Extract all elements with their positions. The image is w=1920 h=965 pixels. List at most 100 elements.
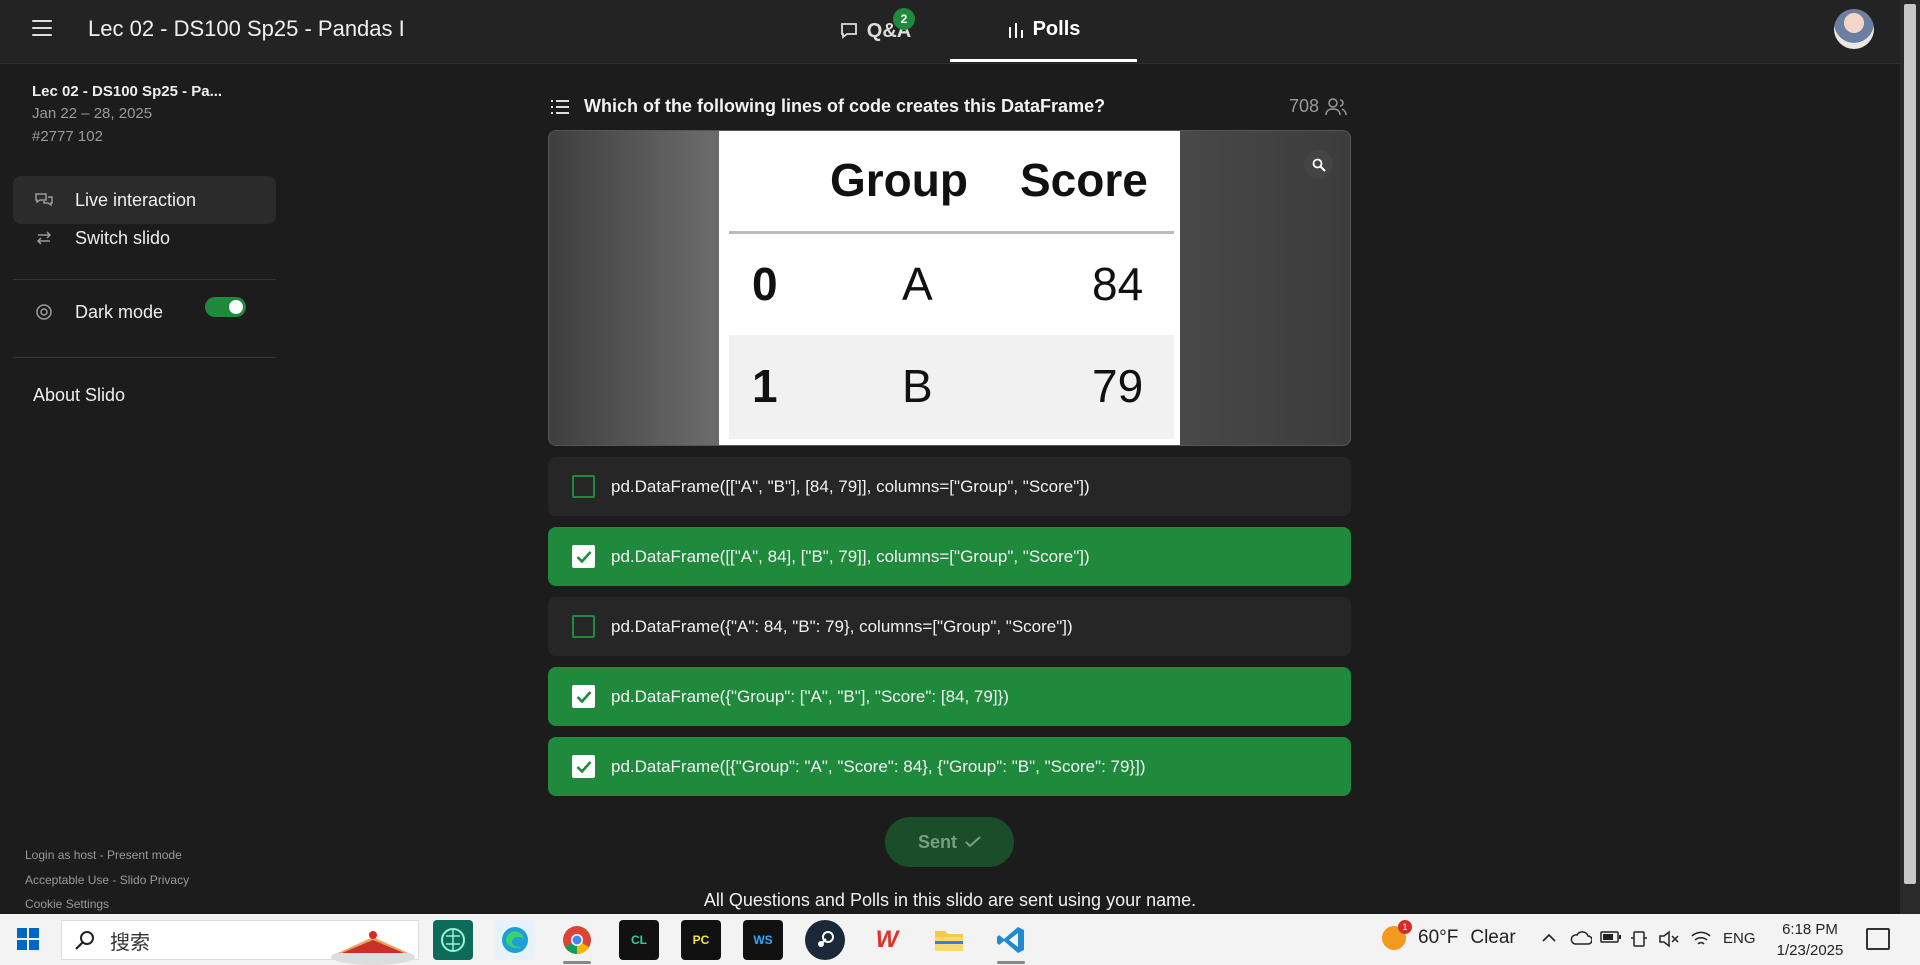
participants-icon	[1325, 97, 1347, 115]
vscode-icon[interactable]	[991, 920, 1031, 964]
top-bar: Lec 02 - DS100 Sp25 - Pandas I Q&A 2 Pol…	[0, 0, 1900, 64]
scrollbar[interactable]	[1900, 0, 1920, 914]
dark-mode-toggle[interactable]	[205, 297, 246, 317]
checkmark-icon	[576, 760, 591, 773]
taskbar-search-box[interactable]: 搜索	[61, 920, 419, 965]
tab-polls[interactable]: Polls	[950, 0, 1137, 62]
brain-icon	[441, 928, 465, 952]
dataframe-cell: 79	[1092, 360, 1144, 412]
about-slido-link[interactable]: About Slido	[33, 385, 125, 406]
search-icon	[75, 931, 94, 950]
sent-button-label: Sent	[917, 831, 957, 852]
magnifier-icon	[1312, 158, 1326, 172]
brightness-icon	[33, 301, 55, 323]
brain-app-icon[interactable]	[433, 920, 473, 960]
clion-icon[interactable]: CL	[619, 920, 659, 960]
divider	[13, 357, 276, 358]
sidebar-item-label: Switch slido	[75, 227, 171, 248]
search-placeholder: 搜索	[110, 931, 150, 954]
speaker-muted-icon[interactable]	[1658, 930, 1680, 948]
tab-polls-label: Polls	[1032, 18, 1081, 40]
checkmark-icon	[576, 550, 591, 563]
weather-condition: Clear	[1470, 927, 1516, 948]
weather-widget[interactable]: 1 60°F Clear	[1382, 920, 1516, 950]
dataframe-column-header: Score	[1020, 154, 1148, 206]
checkbox[interactable]	[572, 475, 595, 498]
bar-chart-icon	[1008, 22, 1023, 38]
sidebar: Lec 02 - DS100 Sp25 - Pa... Jan 22 – 28,…	[0, 65, 290, 914]
chat-bubble-icon	[840, 23, 857, 39]
participant-count: 708	[1289, 96, 1347, 117]
dataframe-cell: A	[902, 258, 933, 310]
sidebar-item-label: Live interaction	[75, 189, 197, 210]
input-language[interactable]: ENG	[1723, 930, 1756, 947]
event-name: Lec 02 - DS100 Sp25 - Pa...	[32, 83, 223, 100]
poll-question: Which of the following lines of code cre…	[584, 96, 1106, 116]
poll-option[interactable]: pd.DataFrame({"A": 84, "B": 79}, columns…	[548, 597, 1351, 656]
dataframe-index: 1	[752, 360, 778, 412]
weather-temp: 60°F	[1418, 927, 1459, 948]
option-label: pd.DataFrame([{"Group": "A", "Score": 84…	[611, 756, 1146, 776]
steam-icon[interactable]	[805, 920, 845, 960]
poll-option[interactable]: pd.DataFrame([["A", "B"], [84, 79]], col…	[548, 457, 1351, 516]
event-dates: Jan 22 – 28, 2025	[32, 105, 153, 122]
poll-option[interactable]: pd.DataFrame([["A", 84], ["B", 79]], col…	[548, 527, 1351, 586]
poll-option[interactable]: pd.DataFrame([{"Group": "A", "Score": 84…	[548, 737, 1351, 796]
device-icon[interactable]	[1630, 930, 1648, 948]
login-present-links[interactable]: Login as host - Present mode	[25, 848, 182, 862]
checkmark-icon	[965, 836, 981, 848]
checkbox[interactable]	[572, 615, 595, 638]
system-clock[interactable]: 6:18 PM 1/23/2025	[1765, 919, 1855, 961]
scrollbar-thumb[interactable]	[1904, 4, 1916, 884]
poll-option[interactable]: pd.DataFrame({"Group": ["A", "B"], "Scor…	[548, 667, 1351, 726]
sidebar-item-label: Dark mode	[75, 301, 164, 322]
windows-taskbar: 搜索 CL PC WS W 1 60°F Clear ENG 6:18 PM 1…	[0, 914, 1920, 965]
checkbox-checked[interactable]	[572, 755, 595, 778]
edge-logo-icon	[502, 927, 528, 953]
notification-center-icon[interactable]	[1866, 928, 1890, 950]
clion-label: CL	[631, 933, 647, 947]
chrome-icon[interactable]	[557, 920, 597, 964]
weather-notification-badge: 1	[1398, 920, 1412, 934]
webstorm-icon[interactable]: WS	[743, 920, 783, 960]
wps-label: W	[875, 926, 899, 953]
user-avatar[interactable]	[1834, 9, 1874, 49]
wifi-icon[interactable]	[1690, 930, 1712, 948]
acceptable-use-privacy-links[interactable]: Acceptable Use - Slido Privacy	[25, 873, 189, 887]
sent-button[interactable]: Sent	[885, 817, 1014, 867]
weather-moon-icon: 1	[1382, 920, 1412, 950]
zoom-button[interactable]	[1304, 150, 1333, 179]
toggle-knob	[229, 300, 243, 314]
list-icon	[551, 100, 569, 114]
steam-logo-icon	[818, 931, 834, 947]
qa-count-badge: 2	[893, 8, 915, 30]
clock-time: 6:18 PM	[1782, 921, 1838, 938]
event-title: Lec 02 - DS100 Sp25 - Pandas I	[88, 16, 405, 41]
dataframe-cell: B	[902, 360, 933, 412]
chevron-up-icon[interactable]	[1541, 930, 1557, 946]
file-explorer-icon[interactable]	[929, 920, 969, 960]
cherry-pie-illustration	[331, 931, 415, 965]
battery-icon[interactable]	[1600, 930, 1622, 944]
tab-qa[interactable]: Q&A	[800, 0, 950, 62]
option-label: pd.DataFrame({"A": 84, "B": 79}, columns…	[611, 616, 1073, 636]
option-label: pd.DataFrame([["A", "B"], [84, 79]], col…	[611, 476, 1090, 496]
clock-date: 1/23/2025	[1776, 942, 1844, 959]
dataframe-column-header: Group	[830, 154, 968, 206]
checkbox-checked[interactable]	[572, 545, 595, 568]
menu-icon[interactable]	[32, 20, 52, 38]
vscode-logo-icon	[997, 927, 1024, 953]
onedrive-cloud-icon[interactable]	[1570, 930, 1592, 946]
edge-icon[interactable]	[495, 920, 535, 960]
chrome-logo-icon	[563, 926, 591, 954]
checkbox-checked[interactable]	[572, 685, 595, 708]
wps-icon[interactable]: W	[867, 920, 907, 960]
checkmark-icon	[576, 690, 591, 703]
sidebar-item-switch-slido[interactable]: Switch slido	[13, 214, 276, 262]
pycharm-icon[interactable]: PC	[681, 920, 721, 960]
chat-bubbles-icon	[33, 189, 55, 211]
swap-arrows-icon	[33, 227, 55, 249]
windows-start-icon[interactable]	[17, 928, 39, 950]
divider	[13, 279, 276, 280]
header-divider	[729, 231, 1174, 234]
